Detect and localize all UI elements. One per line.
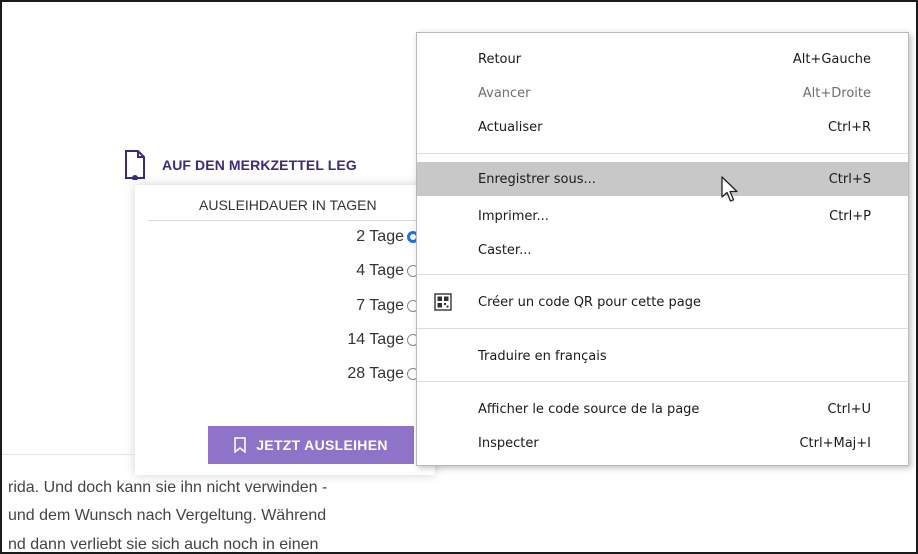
rent-now-label: JETZT AUSLEIHEN — [256, 437, 388, 453]
menu-item-label: Caster... — [478, 242, 532, 258]
divider — [2, 454, 135, 455]
description-line: rida. Und doch kann sie ihn nicht verwin… — [8, 479, 328, 496]
loan-duration-title: AUSLEIHDAUER IN TAGEN — [199, 197, 377, 213]
menu-item-inspect[interactable]: Inspecter Ctrl+Maj+I — [417, 426, 908, 460]
loan-option-7-days[interactable]: 7 Tage — [356, 297, 419, 315]
menu-item-label: Enregistrer sous... — [478, 171, 596, 187]
menu-item-shortcut: Ctrl+Maj+I — [799, 435, 871, 451]
menu-item-shortcut: Ctrl+U — [827, 401, 871, 417]
menu-item-shortcut: Ctrl+R — [827, 119, 871, 135]
menu-item-cast[interactable]: Caster... — [417, 233, 908, 267]
loan-option-2-days[interactable]: 2 Tage — [356, 228, 419, 246]
menu-item-label: Retour — [478, 51, 522, 67]
rent-now-button[interactable]: JETZT AUSLEIHEN — [208, 426, 414, 464]
menu-separator — [417, 328, 908, 329]
menu-item-label: Afficher le code source de la page — [478, 401, 700, 417]
menu-item-save-as[interactable]: Enregistrer sous... Ctrl+S — [417, 162, 908, 196]
menu-separator — [417, 381, 908, 382]
mouse-cursor-icon — [721, 176, 738, 202]
menu-item-shortcut: Alt+Droite — [802, 85, 871, 101]
menu-item-shortcut: Ctrl+P — [829, 208, 871, 224]
menu-item-label: Inspecter — [478, 435, 539, 451]
menu-item-label: Traduire en français — [478, 348, 607, 364]
menu-item-label: Imprimer... — [478, 208, 549, 224]
loan-option-4-days[interactable]: 4 Tage — [356, 262, 419, 280]
qr-code-icon — [434, 293, 452, 311]
menu-item-label: Créer un code QR pour cette page — [478, 294, 701, 310]
menu-separator — [417, 274, 908, 275]
description-line: nd dann verliebt sie sich auch noch in e… — [8, 536, 319, 553]
divider — [148, 220, 435, 221]
menu-item-view-source[interactable]: Afficher le code source de la page Ctrl+… — [417, 392, 908, 426]
menu-item-label: Actualiser — [478, 119, 543, 135]
loan-duration-panel: AUSLEIHDAUER IN TAGEN 2 Tage 4 Tage 7 Ta… — [135, 185, 435, 475]
menu-separator — [417, 153, 908, 154]
document-icon — [125, 150, 145, 180]
context-menu: Retour Alt+Gauche Avancer Alt+Droite Act… — [416, 32, 909, 466]
add-to-wishlist-label: AUF DEN MERKZETTEL LEG — [162, 157, 357, 173]
loan-option-label: 7 Tage — [356, 297, 404, 314]
menu-item-create-qr[interactable]: Créer un code QR pour cette page — [417, 285, 908, 319]
description-line: und dem Wunsch nach Vergeltung. Während — [8, 507, 327, 524]
browser-viewport: AUF DEN MERKZETTEL LEG AUSLEIHDAUER IN T… — [0, 0, 918, 554]
menu-item-shortcut: Ctrl+S — [828, 171, 871, 187]
menu-item-back[interactable]: Retour Alt+Gauche — [417, 42, 908, 76]
menu-item-reload[interactable]: Actualiser Ctrl+R — [417, 110, 908, 144]
menu-item-label: Avancer — [478, 85, 531, 101]
add-to-wishlist-link[interactable]: AUF DEN MERKZETTEL LEG — [124, 148, 357, 182]
loan-option-label: 2 Tage — [356, 228, 404, 245]
menu-item-print[interactable]: Imprimer... Ctrl+P — [417, 199, 908, 233]
loan-option-label: 14 Tage — [347, 331, 404, 348]
loan-option-14-days[interactable]: 14 Tage — [347, 331, 419, 349]
menu-item-shortcut: Alt+Gauche — [792, 51, 871, 67]
loan-option-label: 28 Tage — [347, 365, 404, 382]
menu-item-forward[interactable]: Avancer Alt+Droite — [417, 76, 908, 110]
bookmark-icon — [234, 437, 247, 453]
loan-option-28-days[interactable]: 28 Tage — [347, 365, 419, 383]
menu-item-translate[interactable]: Traduire en français — [417, 339, 908, 373]
loan-option-label: 4 Tage — [356, 262, 404, 279]
